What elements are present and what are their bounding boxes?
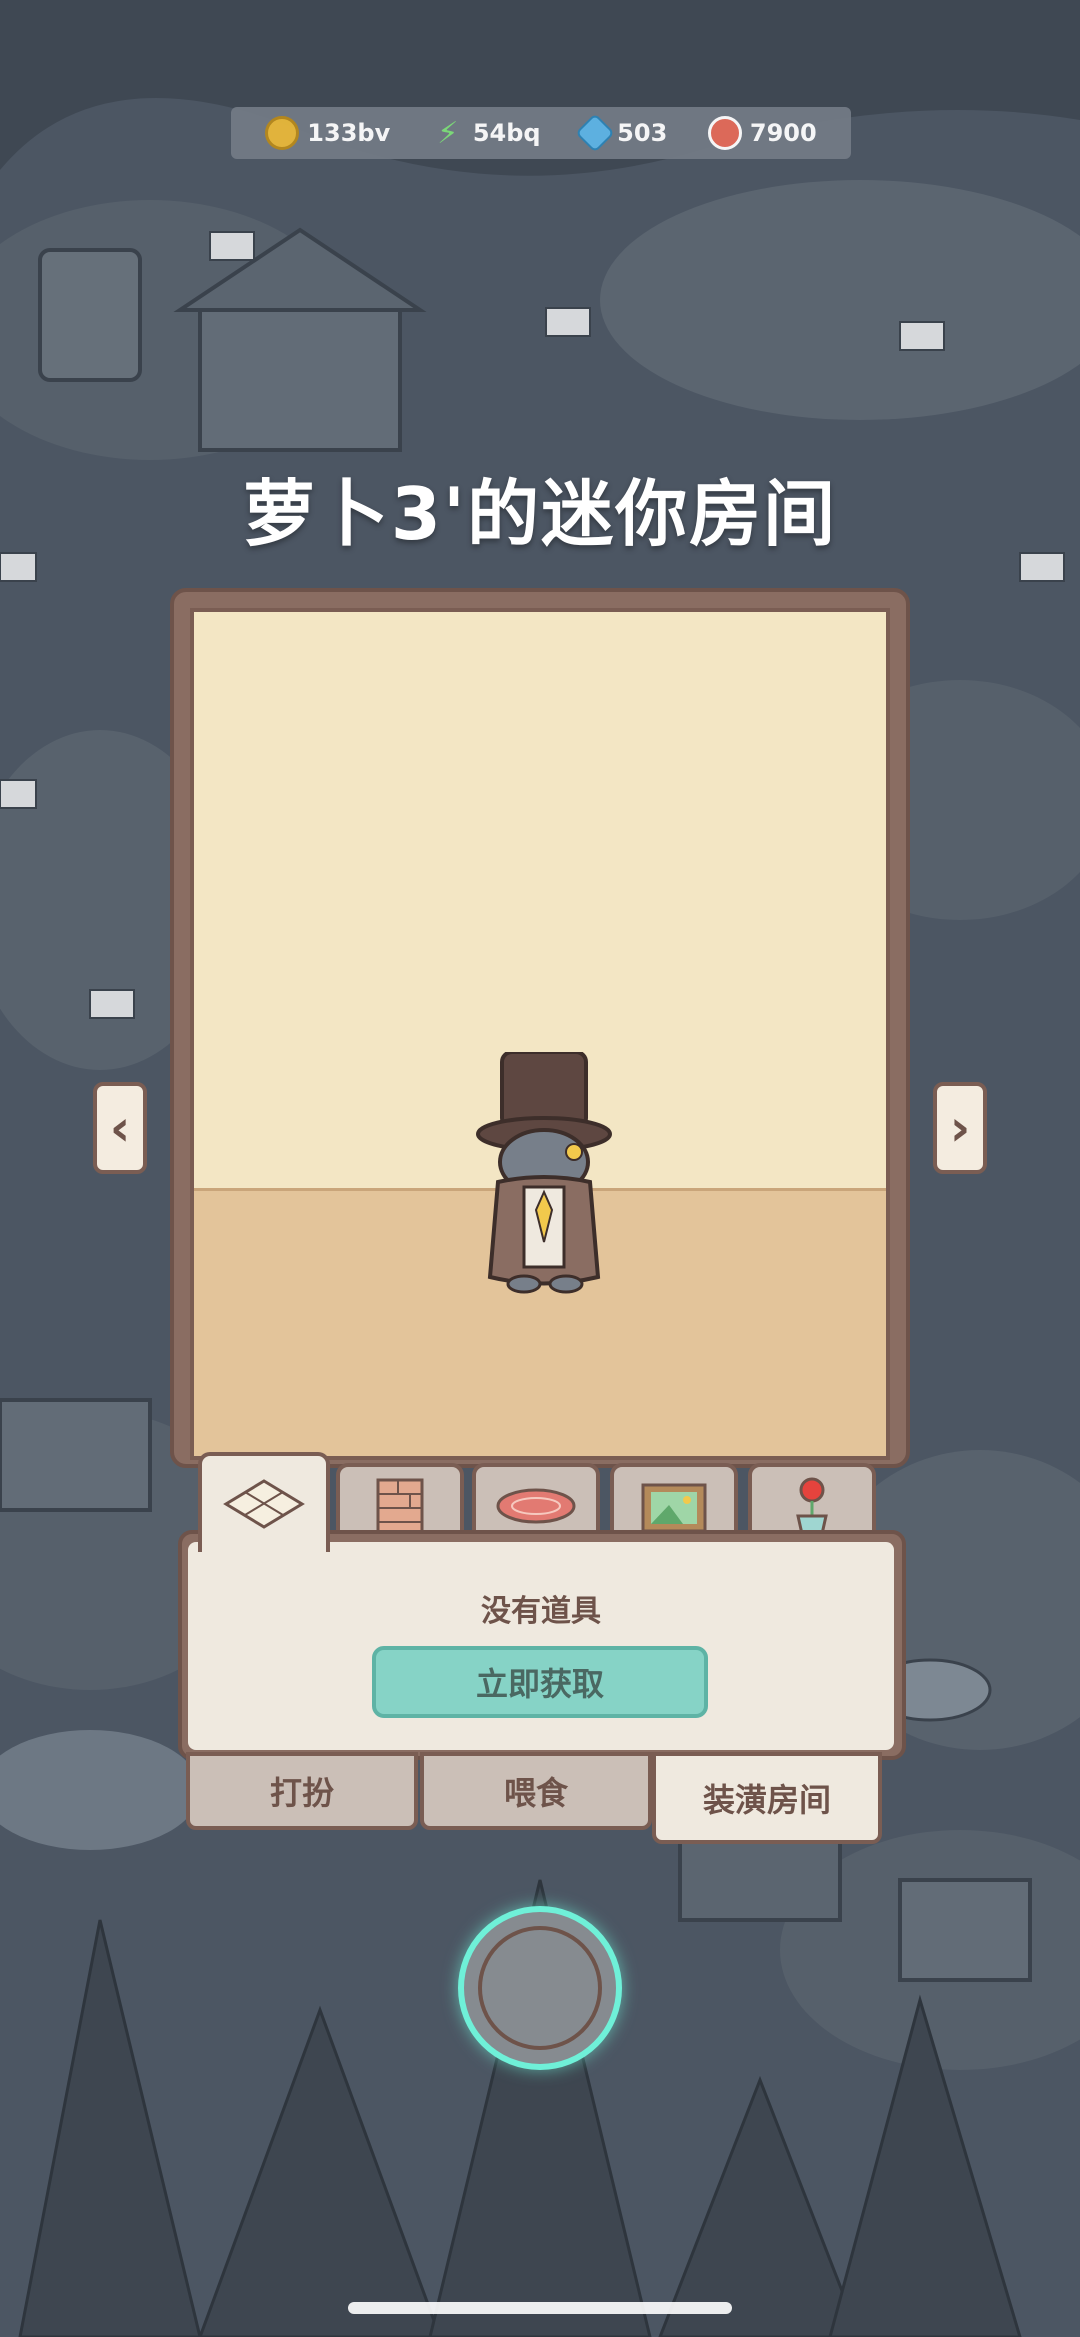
chevron-right-icon: › — [949, 1099, 971, 1157]
resource-bar: 133bv ⚡ 54bq 503 7900 — [231, 107, 851, 159]
wallpaper-icon — [376, 1478, 424, 1534]
tab-dress-up[interactable]: 打扮 — [186, 1752, 418, 1830]
rug-icon — [496, 1488, 576, 1524]
empty-items-text: 没有道具 — [481, 1594, 601, 1629]
room-view — [190, 608, 890, 1460]
tab-feed[interactable]: 喂食 — [420, 1752, 652, 1830]
next-room-button[interactable]: › — [933, 1082, 987, 1174]
energy-bolt-icon: ⚡ — [437, 115, 459, 151]
home-indicator[interactable] — [348, 2302, 732, 2314]
home-ring-icon — [478, 1926, 602, 2050]
coin-icon — [265, 116, 300, 150]
get-now-button[interactable]: 立即获取 — [372, 1646, 708, 1718]
tab-floor[interactable] — [198, 1452, 330, 1552]
chevron-left-icon: ‹ — [109, 1099, 131, 1157]
energy-value: 54bq — [472, 119, 541, 147]
room-title: 萝卜3'的迷你房间 — [242, 472, 838, 556]
resource-food[interactable]: 7900 — [707, 116, 817, 150]
cat-character[interactable] — [474, 1052, 624, 1302]
plant-pot-icon — [796, 1477, 828, 1536]
food-icon — [707, 116, 742, 150]
tab-decorate-room[interactable]: 装潢房间 — [652, 1752, 882, 1844]
resource-gems[interactable]: 503 — [575, 113, 668, 153]
floor-tile-icon — [223, 1479, 305, 1529]
coins-value: 133bv — [307, 119, 391, 147]
gems-value: 503 — [617, 119, 668, 147]
picture-frame-icon — [641, 1483, 707, 1533]
gem-icon — [575, 113, 615, 153]
prev-room-button[interactable]: ‹ — [93, 1082, 147, 1174]
home-button[interactable] — [458, 1906, 622, 2070]
resource-coins[interactable]: 133bv — [265, 116, 390, 150]
resource-energy[interactable]: ⚡ 54bq — [431, 115, 541, 151]
food-value: 7900 — [749, 119, 817, 147]
